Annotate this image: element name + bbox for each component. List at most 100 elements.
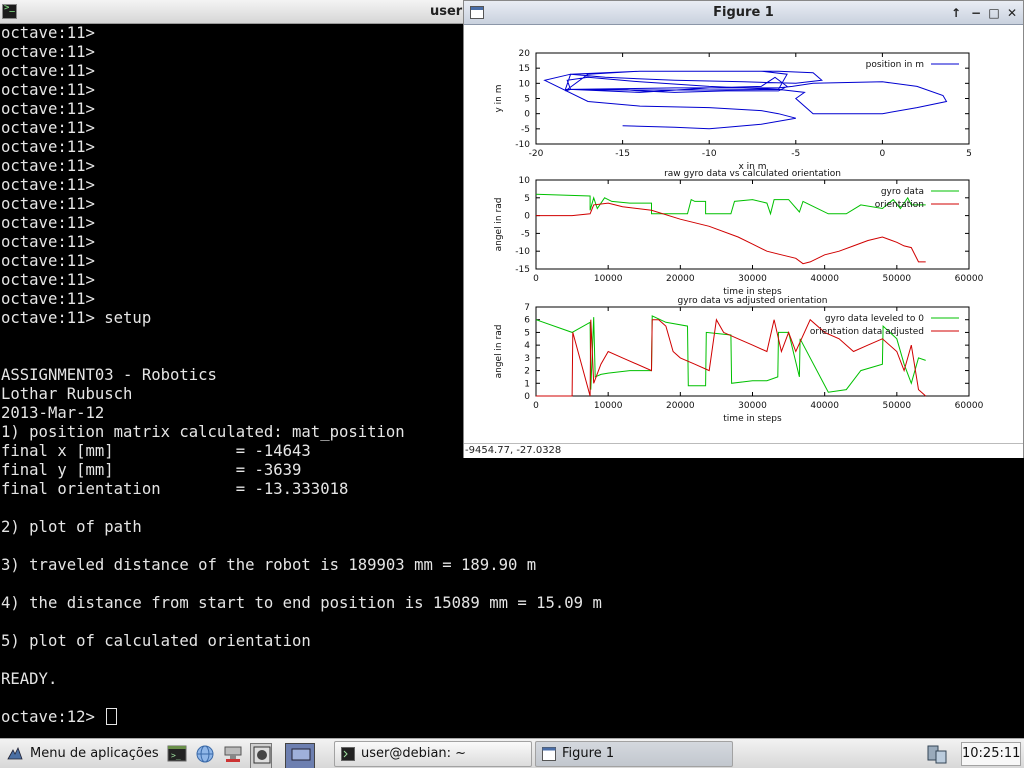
plots-canvas[interactable]: -20 -15 -10 -5 0 5-10-505101520x in my in mpo…: [464, 25, 1023, 443]
x-tick-label: 60000: [955, 274, 984, 284]
network-status[interactable]: [926, 743, 950, 768]
close-button[interactable]: ✕: [1004, 5, 1020, 21]
y-tick-label: -10: [515, 140, 530, 150]
svg-text:>_: >_: [171, 751, 181, 760]
x-tick-label: 40000: [810, 274, 839, 284]
terminal-titlebar[interactable]: user@debian: ~: [0, 0, 546, 24]
taskbar: Menu de aplicações >_ user@debian: ~ Fig…: [0, 738, 1024, 768]
workspace-1-icon: [253, 746, 271, 764]
chart-title: raw gyro data vs calculated orientation: [664, 169, 841, 179]
clock[interactable]: 10:25:11: [961, 742, 1021, 766]
y-tick-label: 5: [524, 95, 530, 105]
task-terminal-label: user@debian: ~: [361, 746, 467, 761]
x-tick-label: -15: [615, 149, 630, 159]
y-tick-label: -5: [521, 229, 530, 239]
y-tick-label: 4: [524, 341, 530, 351]
maximize-button[interactable]: □: [986, 5, 1002, 21]
y-axis-label: angel in rad: [494, 325, 504, 379]
x-tick-label: 0: [533, 401, 539, 411]
terminal-line: final y [mm] = -3639: [1, 461, 302, 479]
workspace-1[interactable]: [250, 743, 272, 768]
x-tick-label: 10000: [594, 401, 623, 411]
y-tick-label: -15: [515, 265, 530, 275]
y-tick-label: 6: [524, 316, 530, 326]
applications-menu-button[interactable]: Menu de aplicações: [2, 739, 162, 768]
x-tick-label: -20: [529, 149, 544, 159]
y-tick-label: 3: [524, 354, 530, 364]
task-figure-label: Figure 1: [562, 746, 615, 761]
window-icon: [542, 747, 556, 761]
applications-menu-icon: [7, 746, 23, 760]
workspace-2-icon: [288, 746, 314, 764]
network-icon: [224, 746, 242, 762]
x-tick-label: 5: [966, 149, 972, 159]
x-tick-label: 60000: [955, 401, 984, 411]
terminal-line: final orientation = -13.333018: [1, 480, 349, 498]
terminal-launcher-icon: >_: [167, 745, 187, 762]
x-tick-label: 50000: [883, 274, 912, 284]
x-tick-label: -10: [702, 149, 717, 159]
task-figure[interactable]: Figure 1: [535, 741, 733, 767]
x-tick-label: 0: [880, 149, 886, 159]
x-tick-label: 10000: [594, 274, 623, 284]
y-tick-label: 5: [524, 328, 530, 338]
y-tick-label: 15: [519, 64, 530, 74]
y-tick-label: 10: [519, 176, 531, 186]
plot-area[interactable]: -20 -15 -10 -5 0 5 -10 -5 0 5 10 15 20 x in my in m po…: [464, 25, 1023, 443]
legend-label: orientation data adjusted: [810, 327, 924, 337]
y-tick-label: 7: [524, 303, 530, 313]
cursor-coordinates: -9454.77, -27.0328: [464, 443, 1023, 458]
y-axis-label: angel in rad: [494, 198, 504, 252]
globe-icon: [196, 745, 214, 763]
terminal-line: 5) plot of calculated orientation: [1, 632, 311, 650]
chart-title: gyro data vs adjusted orientation: [678, 296, 828, 306]
legend-label: orientation: [875, 200, 924, 210]
terminal-line: 3) traveled distance of the robot is 189…: [1, 556, 537, 574]
network-status-icon: [927, 745, 947, 764]
y-tick-label: 1: [524, 379, 530, 389]
y-tick-label: 0: [524, 212, 530, 222]
x-tick-label: 30000: [738, 401, 767, 411]
terminal-launcher[interactable]: >_: [166, 743, 188, 768]
terminal-prompt-line[interactable]: octave:12>: [1, 708, 1024, 727]
x-tick-label: 30000: [738, 274, 767, 284]
y-tick-label: 2: [524, 367, 530, 377]
file-manager-launcher[interactable]: [222, 743, 244, 768]
x-tick-label: 50000: [883, 401, 912, 411]
x-tick-label: 40000: [810, 401, 839, 411]
x-tick-label: 20000: [666, 401, 695, 411]
text-cursor: [106, 708, 118, 725]
series-line-0: [543, 70, 948, 130]
y-tick-label: 0: [524, 110, 530, 120]
terminal-line: 4) the distance from start to end positi…: [1, 594, 602, 612]
legend-label: gyro data: [881, 187, 924, 197]
x-tick-label: 0: [533, 274, 539, 284]
x-axis-label: time in steps: [723, 414, 782, 424]
browser-launcher[interactable]: [194, 743, 216, 768]
terminal-icon: [341, 747, 355, 761]
terminal-prompt: octave:12>: [1, 708, 105, 726]
workspace-2[interactable]: [285, 743, 315, 768]
terminal-line: 2) plot of path: [1, 518, 142, 536]
y-tick-label: -5: [521, 125, 530, 135]
terminal-line: READY.: [1, 670, 58, 688]
minimize-button[interactable]: −: [968, 5, 984, 21]
pin-button[interactable]: ↑: [948, 5, 964, 21]
y-tick-label: 20: [519, 49, 531, 59]
figure-titlebar[interactable]: Figure 1 ↑ − □ ✕: [464, 1, 1023, 25]
y-tick-label: 10: [519, 79, 531, 89]
y-tick-label: 0: [524, 392, 530, 402]
x-tick-label: -5: [791, 149, 800, 159]
terminal-icon: [2, 3, 17, 19]
applications-menu-label: Menu de aplicações: [30, 746, 159, 761]
figure-title: Figure 1: [713, 5, 774, 20]
y-axis-label: y in m: [494, 84, 504, 112]
task-terminal[interactable]: user@debian: ~: [334, 741, 532, 767]
y-tick-label: 5: [524, 194, 530, 204]
series-line-0: [535, 193, 926, 216]
